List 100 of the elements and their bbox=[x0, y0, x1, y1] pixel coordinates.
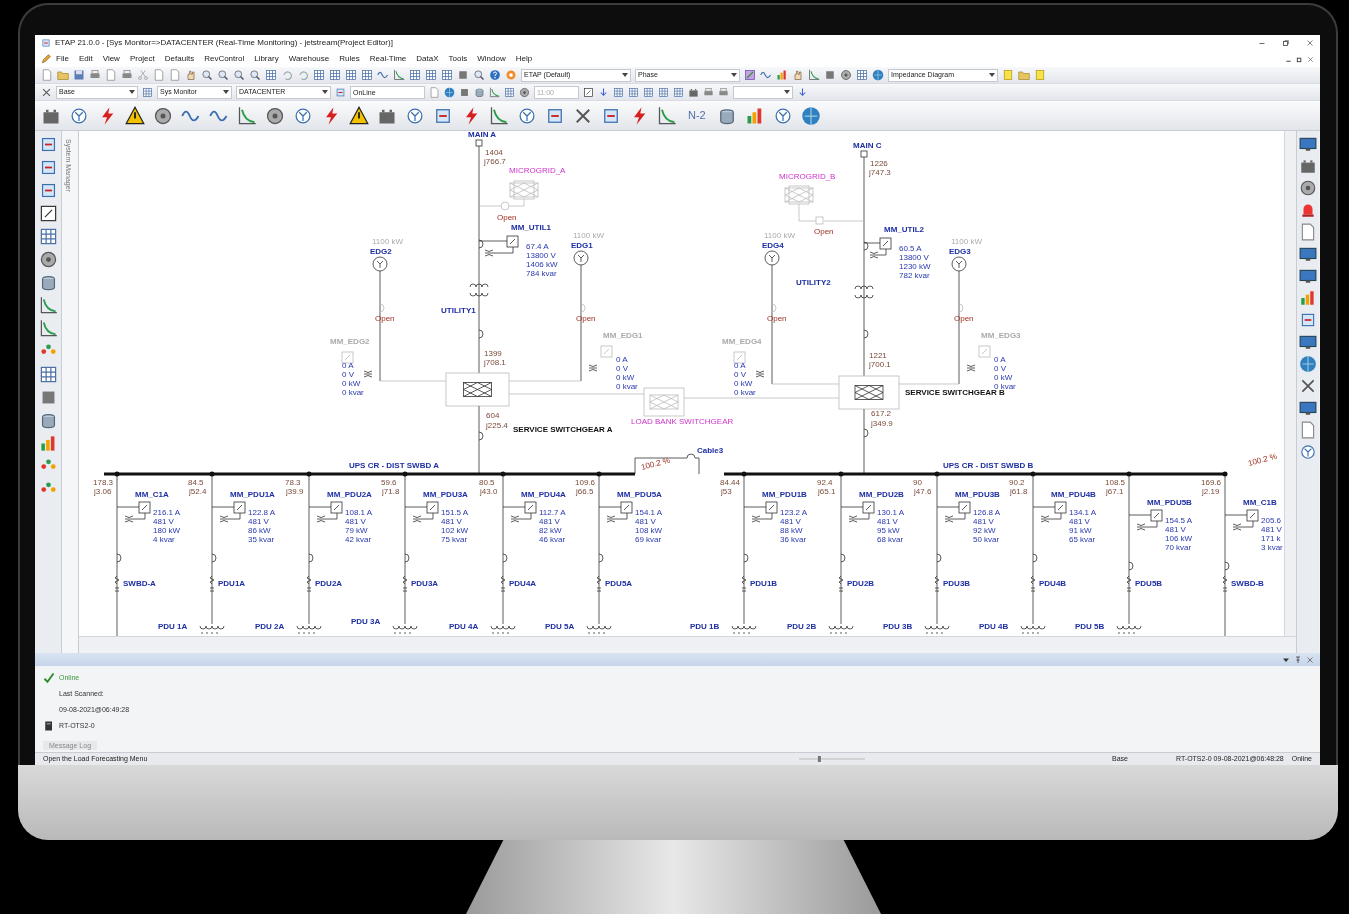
close-icon[interactable] bbox=[1306, 655, 1314, 664]
switchgear-drawing[interactable] bbox=[838, 375, 900, 410]
menu-item[interactable]: Help bbox=[510, 53, 538, 65]
meter-icon[interactable] bbox=[862, 501, 875, 514]
bus-bar[interactable] bbox=[104, 472, 635, 476]
hand-icon[interactable] bbox=[792, 69, 804, 81]
load-icon[interactable] bbox=[1020, 625, 1046, 634]
menu-item[interactable]: File bbox=[51, 53, 74, 65]
meter-icon[interactable] bbox=[620, 501, 633, 514]
color-chart-icon[interactable] bbox=[776, 69, 788, 81]
battery-icon[interactable] bbox=[1299, 157, 1317, 175]
meter-icon[interactable] bbox=[330, 501, 343, 514]
breaker-icon[interactable] bbox=[502, 553, 508, 563]
meter-icon[interactable] bbox=[1150, 509, 1163, 522]
menu-item[interactable]: Edit bbox=[73, 53, 98, 65]
meter-icon[interactable] bbox=[765, 501, 778, 514]
printer-icon[interactable] bbox=[703, 86, 714, 98]
breaker-icon[interactable] bbox=[743, 553, 749, 563]
breaker-icon[interactable] bbox=[478, 431, 484, 441]
meter-icon[interactable] bbox=[733, 351, 746, 364]
breaker-icon[interactable] bbox=[1128, 561, 1134, 571]
cable-icon[interactable] bbox=[1126, 575, 1132, 592]
meter-icon[interactable] bbox=[879, 237, 892, 250]
meter-icon[interactable] bbox=[1246, 509, 1259, 522]
curve-chart-icon[interactable] bbox=[237, 105, 257, 126]
cable-icon[interactable] bbox=[596, 575, 602, 592]
menu-item[interactable]: Window bbox=[472, 53, 511, 65]
zoom-icon[interactable] bbox=[217, 69, 229, 81]
terminal-icon[interactable] bbox=[860, 150, 868, 158]
arrow-down-icon[interactable] bbox=[797, 86, 808, 98]
arrow-down-icon[interactable] bbox=[598, 86, 609, 98]
breaker-icon[interactable] bbox=[863, 428, 869, 438]
meter-icon[interactable] bbox=[426, 501, 439, 514]
generator-icon[interactable] bbox=[764, 250, 780, 266]
globe-icon[interactable] bbox=[800, 105, 821, 126]
breaker-icon[interactable] bbox=[686, 453, 696, 459]
zoom-icon[interactable] bbox=[201, 69, 213, 81]
close-icon[interactable] bbox=[1306, 39, 1314, 47]
menu-item[interactable]: DataX bbox=[411, 53, 444, 65]
breaker-icon[interactable] bbox=[116, 553, 122, 563]
menu-item[interactable]: Tools bbox=[443, 53, 473, 65]
table-icon[interactable] bbox=[441, 69, 453, 81]
globe-icon[interactable] bbox=[444, 86, 455, 98]
breaker-icon[interactable] bbox=[840, 553, 846, 563]
menu-item[interactable]: Warehouse bbox=[283, 53, 335, 65]
table-icon[interactable] bbox=[329, 69, 341, 81]
load-icon[interactable] bbox=[1116, 625, 1142, 634]
meter-icon[interactable] bbox=[233, 501, 246, 514]
table-icon[interactable] bbox=[409, 69, 421, 81]
warning-triangle-icon[interactable] bbox=[125, 105, 145, 126]
grid-icon[interactable] bbox=[361, 69, 373, 81]
breaker-icon[interactable] bbox=[1032, 553, 1038, 563]
grid-icon[interactable] bbox=[345, 69, 357, 81]
cable-icon[interactable] bbox=[114, 575, 120, 592]
curve-chart-icon[interactable] bbox=[38, 296, 58, 315]
menu-item[interactable]: Real-Time bbox=[364, 53, 412, 65]
generator-icon[interactable] bbox=[372, 256, 388, 272]
restore-icon[interactable] bbox=[1282, 39, 1290, 47]
menu-item[interactable]: Project bbox=[124, 53, 160, 65]
print-icon[interactable] bbox=[121, 69, 133, 81]
monitor-icon[interactable] bbox=[1299, 333, 1317, 351]
meter-icon[interactable] bbox=[138, 501, 151, 514]
load-icon[interactable] bbox=[828, 625, 854, 634]
globe-icon[interactable] bbox=[1299, 355, 1317, 373]
caret-icon[interactable] bbox=[322, 89, 328, 95]
curve-chart-icon[interactable] bbox=[489, 105, 509, 126]
battery-icon[interactable] bbox=[688, 86, 699, 98]
hand-icon[interactable] bbox=[185, 69, 197, 81]
load-icon[interactable] bbox=[924, 625, 950, 634]
breaker-icon[interactable] bbox=[308, 553, 314, 563]
caret-icon[interactable] bbox=[129, 89, 135, 95]
breaker-icon[interactable] bbox=[863, 329, 869, 339]
zoom-icon[interactable] bbox=[249, 69, 261, 81]
switchgear-drawing[interactable] bbox=[445, 372, 510, 407]
load-icon[interactable] bbox=[490, 625, 516, 634]
caret-icon[interactable] bbox=[731, 72, 737, 78]
breaker-icon[interactable] bbox=[936, 553, 942, 563]
cable-icon[interactable] bbox=[741, 575, 747, 592]
bar-chart-icon[interactable] bbox=[1299, 289, 1317, 307]
cross-icon[interactable] bbox=[1299, 377, 1317, 395]
monitor-icon[interactable] bbox=[1299, 135, 1317, 153]
cable-icon[interactable] bbox=[209, 575, 215, 592]
curve-chart-icon[interactable] bbox=[38, 319, 58, 338]
menu-item[interactable]: Defaults bbox=[159, 53, 200, 65]
zoom-icon[interactable] bbox=[233, 69, 245, 81]
cable-icon[interactable] bbox=[838, 575, 844, 592]
breaker-icon[interactable] bbox=[211, 553, 217, 563]
load-icon[interactable] bbox=[199, 625, 225, 634]
breaker-icon[interactable] bbox=[863, 241, 869, 251]
load-icon[interactable] bbox=[296, 625, 322, 634]
cable-icon[interactable] bbox=[1030, 575, 1036, 592]
color-chart-icon[interactable] bbox=[744, 69, 756, 81]
cable-icon[interactable] bbox=[500, 575, 506, 592]
close-icon[interactable] bbox=[1307, 55, 1314, 63]
load-icon[interactable] bbox=[586, 625, 612, 634]
breaker-icon[interactable] bbox=[478, 329, 484, 339]
breaker-icon[interactable] bbox=[598, 553, 604, 563]
chart-icon[interactable] bbox=[808, 69, 820, 81]
menu-item[interactable]: Rules bbox=[334, 53, 365, 65]
cable-icon[interactable] bbox=[1222, 575, 1228, 592]
